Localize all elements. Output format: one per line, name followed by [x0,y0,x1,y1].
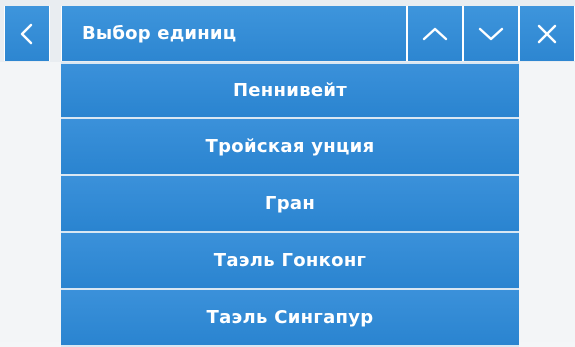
unit-option-grain[interactable]: Гран [61,176,519,233]
unit-list: Пеннивейт Тройская унция Гран Таэль Гонк… [61,62,519,347]
header-bar: Выбор единиц [0,0,575,62]
unit-option-tael-hong-kong[interactable]: Таэль Гонконг [61,233,519,290]
title-area: Выбор единиц [61,6,407,61]
unit-option-pennyweight[interactable]: Пеннивейт [61,62,519,119]
page-title: Выбор единиц [82,23,237,44]
chevron-left-icon [20,23,33,44]
chevron-up-icon [422,27,448,40]
close-button[interactable] [519,6,575,61]
scroll-up-button[interactable] [407,6,463,61]
back-button[interactable] [4,6,50,61]
scroll-down-button[interactable] [463,6,519,61]
unit-option-troy-ounce[interactable]: Тройская унция [61,119,519,176]
unit-option-tael-singapore[interactable]: Таэль Сингапур [61,290,519,347]
close-icon [537,24,557,43]
unit-selection-screen: Выбор единиц Пеннивейт Тройская унция Гр… [0,0,575,347]
chevron-down-icon [478,27,504,40]
